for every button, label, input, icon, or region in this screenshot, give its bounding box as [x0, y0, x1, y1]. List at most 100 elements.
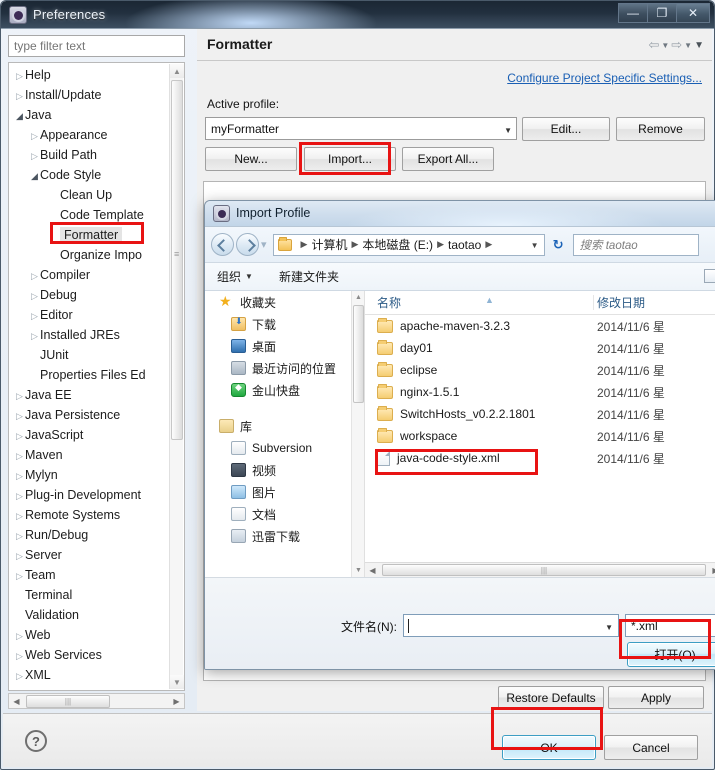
- tree-item-xml[interactable]: ▷ XML: [9, 665, 169, 685]
- tree-item-organize-impo[interactable]: Organize Impo: [9, 245, 169, 265]
- nav-item[interactable]: 金山快盘: [205, 379, 364, 401]
- tree-item-compiler[interactable]: ▷ Compiler: [9, 265, 169, 285]
- settings-tree[interactable]: ▷ Help ▷ Install/Update ◢ Java ▷ Appearance ▷ Bui…: [8, 62, 185, 691]
- tree-item-formatter[interactable]: Formatter: [9, 225, 169, 245]
- tree-item-help[interactable]: ▷ Help: [9, 65, 169, 85]
- back-button[interactable]: [211, 233, 234, 256]
- back-history-chevron-down-icon[interactable]: ▼: [661, 41, 669, 50]
- tree-item-build-path[interactable]: ▷ Build Path: [9, 145, 169, 165]
- scroll-left-icon[interactable]: ◀: [365, 563, 380, 577]
- expand-arrow-open-icon[interactable]: ◢: [14, 106, 25, 126]
- search-input[interactable]: 搜索 taotao: [572, 233, 699, 256]
- chevron-down-icon[interactable]: ▼: [605, 623, 613, 632]
- scroll-right-icon[interactable]: ▶: [169, 694, 184, 708]
- tree-item-remote-systems[interactable]: ▷ Remote Systems: [9, 505, 169, 525]
- navpane-scroll-thumb[interactable]: [353, 305, 364, 403]
- breadcrumb-computer[interactable]: 计算机: [311, 236, 347, 253]
- expand-arrow-closed-icon[interactable]: ▷: [29, 266, 40, 286]
- address-breadcrumb-bar[interactable]: ▶ 计算机 ▶ 本地磁盘 (E:) ▶ taotao ▶ ▼: [272, 233, 545, 256]
- scroll-up-icon[interactable]: ▲: [170, 64, 184, 78]
- new-profile-button[interactable]: New...: [205, 147, 297, 171]
- tree-item-validation[interactable]: Validation: [9, 605, 169, 625]
- edit-profile-button[interactable]: Edit...: [522, 117, 610, 141]
- nav-item[interactable]: Subversion: [205, 437, 364, 459]
- tree-item-appearance[interactable]: ▷ Appearance: [9, 125, 169, 145]
- apply-button[interactable]: Apply: [608, 686, 704, 709]
- nav-item[interactable]: 库: [205, 415, 364, 437]
- tree-item-java-ee[interactable]: ▷ Java EE: [9, 385, 169, 405]
- tree-item-javascript[interactable]: ▷ JavaScript: [9, 425, 169, 445]
- expand-arrow-closed-icon[interactable]: ▷: [14, 66, 25, 86]
- tree-horizontal-scrollbar[interactable]: ◀ ||| ▶: [8, 693, 185, 709]
- tree-item-server[interactable]: ▷ Server: [9, 545, 169, 565]
- configure-project-specific-settings-link[interactable]: Configure Project Specific Settings...: [507, 71, 702, 85]
- expand-arrow-closed-icon[interactable]: ▷: [29, 306, 40, 326]
- nav-item[interactable]: 图片: [205, 481, 364, 503]
- expand-arrow-closed-icon[interactable]: ▷: [14, 506, 25, 526]
- expand-arrow-closed-icon[interactable]: ▷: [14, 406, 25, 426]
- open-button[interactable]: 打开(O): [627, 642, 715, 667]
- remove-profile-button[interactable]: Remove: [616, 117, 705, 141]
- view-options-icon[interactable]: [704, 269, 715, 283]
- expand-arrow-closed-icon[interactable]: ▷: [14, 626, 25, 646]
- nav-item[interactable]: 最近访问的位置: [205, 357, 364, 379]
- close-button[interactable]: ✕: [676, 3, 710, 23]
- tree-item-install-update[interactable]: ▷ Install/Update: [9, 85, 169, 105]
- tree-item-properties-files-ed[interactable]: Properties Files Ed: [9, 365, 169, 385]
- cancel-button[interactable]: Cancel: [604, 735, 698, 760]
- tree-item-junit[interactable]: JUnit: [9, 345, 169, 365]
- tree-item-terminal[interactable]: Terminal: [9, 585, 169, 605]
- nav-item[interactable]: 下载: [205, 313, 364, 335]
- nav-item[interactable]: 视频: [205, 459, 364, 481]
- file-list-row[interactable]: SwitchHosts_v0.2.2.1801 2014/11/6 星: [365, 403, 715, 425]
- expand-arrow-closed-icon[interactable]: ▷: [14, 486, 25, 506]
- expand-arrow-closed-icon[interactable]: ▷: [29, 326, 40, 346]
- column-header-date[interactable]: 修改日期: [593, 294, 645, 311]
- scroll-down-icon[interactable]: ▼: [352, 564, 364, 577]
- file-list-row[interactable]: java-code-style.xml 2014/11/6 星: [365, 447, 715, 469]
- expand-arrow-closed-icon[interactable]: ▷: [14, 466, 25, 486]
- expand-arrow-closed-icon[interactable]: ▷: [14, 666, 25, 686]
- tree-horizontal-scroll-thumb[interactable]: |||: [26, 694, 110, 708]
- tree-item-debug[interactable]: ▷ Debug: [9, 285, 169, 305]
- breadcrumb-folder[interactable]: taotao: [448, 238, 481, 252]
- tree-item-plug-in-development[interactable]: ▷ Plug-in Development: [9, 485, 169, 505]
- expand-arrow-closed-icon[interactable]: ▷: [14, 446, 25, 466]
- file-list-horizontal-scrollbar[interactable]: ◀ ||| ▶: [365, 562, 715, 577]
- expand-arrow-closed-icon[interactable]: ▷: [14, 86, 25, 106]
- help-icon[interactable]: ?: [25, 730, 47, 752]
- expand-arrow-closed-icon[interactable]: ▷: [14, 566, 25, 586]
- tree-item-code-style[interactable]: ◢ Code Style: [9, 165, 169, 185]
- tree-item-maven[interactable]: ▷ Maven: [9, 445, 169, 465]
- file-list-row[interactable]: day01 2014/11/6 星: [365, 337, 715, 359]
- import-profile-button[interactable]: Import...: [304, 147, 396, 171]
- tree-item-web-services[interactable]: ▷ Web Services: [9, 645, 169, 665]
- filter-input[interactable]: [8, 35, 185, 57]
- tree-item-run-debug[interactable]: ▷ Run/Debug: [9, 525, 169, 545]
- filetype-combobox[interactable]: *.xml: [625, 614, 715, 637]
- expand-arrow-closed-icon[interactable]: ▷: [29, 126, 40, 146]
- nav-item[interactable]: 迅雷下载: [205, 525, 364, 547]
- expand-arrow-closed-icon[interactable]: ▷: [29, 146, 40, 166]
- tree-item-web[interactable]: ▷ Web: [9, 625, 169, 645]
- tree-item-editor[interactable]: ▷ Editor: [9, 305, 169, 325]
- file-list-row[interactable]: nginx-1.5.1 2014/11/6 星: [365, 381, 715, 403]
- organize-menu-button[interactable]: 组织 ▼: [217, 268, 253, 285]
- tree-item-java-persistence[interactable]: ▷ Java Persistence: [9, 405, 169, 425]
- expand-arrow-closed-icon[interactable]: ▷: [14, 646, 25, 666]
- expand-arrow-closed-icon[interactable]: ▷: [14, 526, 25, 546]
- expand-arrow-closed-icon[interactable]: ▷: [14, 386, 25, 406]
- scroll-down-icon[interactable]: ▼: [170, 675, 184, 689]
- file-list-row[interactable]: eclipse 2014/11/6 星: [365, 359, 715, 381]
- navigation-pane[interactable]: ★ 收藏夹下载桌面最近访问的位置金山快盘库 Subversion 视频图片文档迅雷下载…: [205, 291, 365, 577]
- tree-item-code-template[interactable]: Code Template: [9, 205, 169, 225]
- minimize-button[interactable]: —: [618, 3, 648, 23]
- scroll-right-icon[interactable]: ▶: [708, 563, 715, 577]
- file-list-row[interactable]: apache-maven-3.2.3 2014/11/6 星: [365, 315, 715, 337]
- filename-input[interactable]: ▼: [403, 614, 619, 637]
- column-header-name[interactable]: 名称 ▲: [365, 294, 593, 311]
- address-history-chevron-down-icon[interactable]: ▼: [531, 241, 539, 250]
- tree-item-installed-jres[interactable]: ▷ Installed JREs: [9, 325, 169, 345]
- tree-item-java[interactable]: ◢ Java: [9, 105, 169, 125]
- file-list-scroll-thumb[interactable]: |||: [382, 564, 706, 576]
